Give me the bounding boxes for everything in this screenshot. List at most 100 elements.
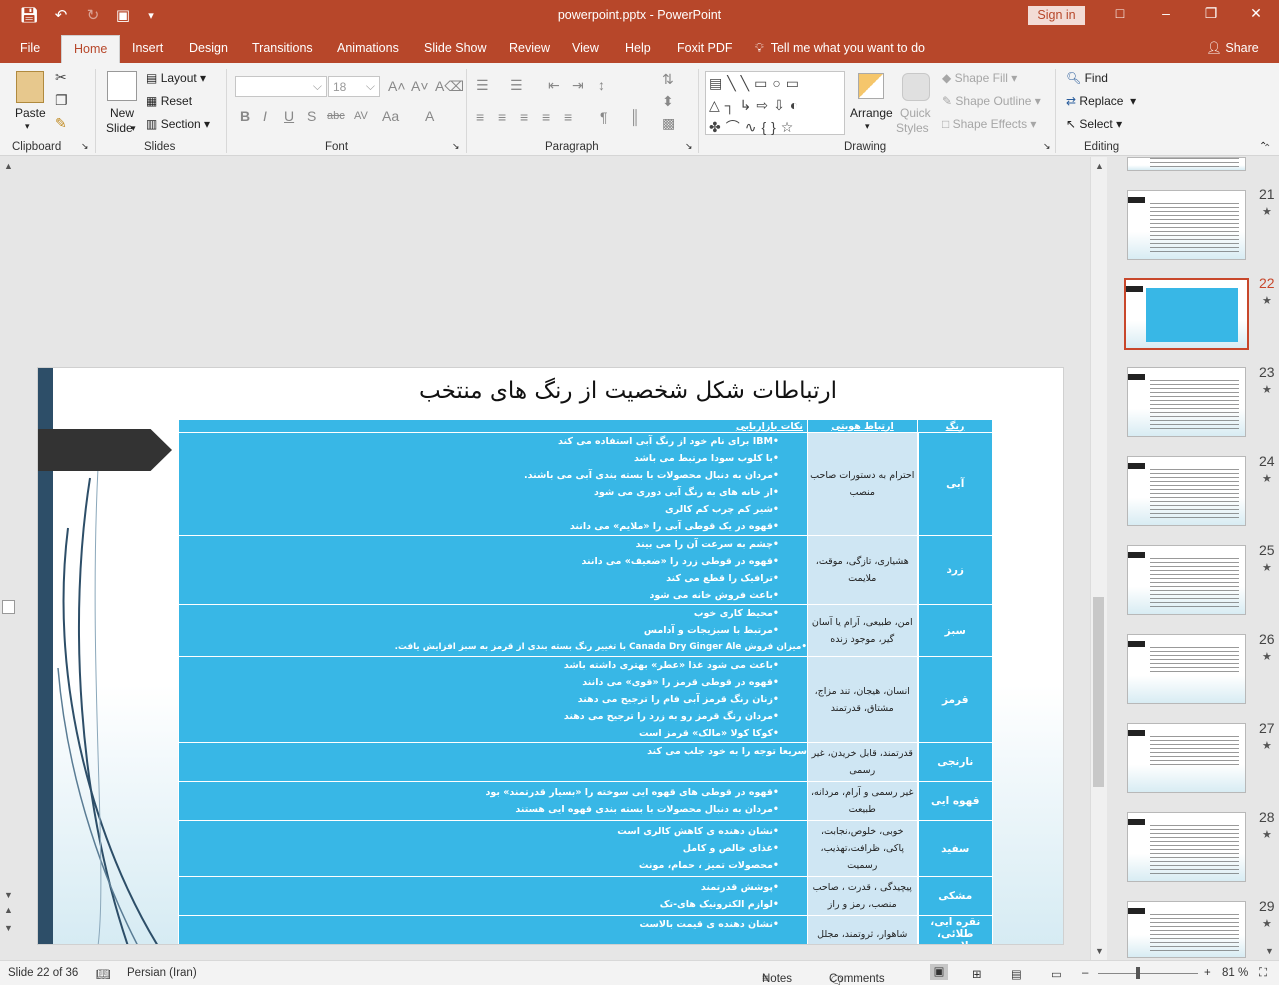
quick-styles-label[interactable]: Styles [896,121,929,135]
scroll-up-icon[interactable]: ▲ [4,161,13,171]
zoom-in-icon[interactable]: + [1204,967,1211,979]
slide-counter[interactable]: Slide 22 of 36 [8,967,78,979]
slide-thumbnail-23[interactable] [1127,367,1246,437]
character-spacing-icon[interactable]: AV [354,110,368,122]
decrease-font-size-icon[interactable]: A˅ [411,78,429,94]
slide-title[interactable]: ارتباطات شکل شخصیت از رنگ های منتخب [218,378,1038,404]
normal-view-icon[interactable]: ▣ [930,964,948,980]
drawing-launcher-icon[interactable]: ↘ [1043,141,1051,152]
zoom-slider-track[interactable] [1098,973,1198,974]
slide-thumbnail-20[interactable] [1127,157,1246,171]
table-row[interactable]: آبی احترام به دستورات صاحب منصب •IBM برا… [178,432,993,536]
italic-icon[interactable]: I [263,108,267,124]
shadow-icon[interactable]: S [307,108,316,124]
text-direction-icon[interactable]: ⇅ [662,71,674,88]
decrease-indent-icon[interactable]: ⇤ [548,77,560,94]
left-scroll-thumb[interactable] [2,600,15,614]
justify-icon[interactable]: ≡ [542,109,550,125]
numbering-icon[interactable]: ☰ [510,77,523,94]
ribbon-display-options-icon[interactable]: □ [1110,5,1130,21]
paste-dropdown-icon[interactable]: ▾ [25,121,30,132]
new-slide-dropdown-icon[interactable]: ▾ [131,123,136,134]
zoom-slider-thumb[interactable] [1136,967,1140,979]
slide-thumbnail-29[interactable] [1127,901,1246,958]
slide-22[interactable]: ارتباطات شکل شخصیت از رنگ های منتخب رنگ … [37,367,1064,945]
tab-file[interactable]: File [20,41,40,55]
replace-button[interactable]: ⇄ Replace ▾ [1066,94,1136,108]
restore-icon[interactable]: ❐ [1201,5,1221,22]
scroll-thumb[interactable] [1093,597,1104,787]
shapes-gallery[interactable]: ▤╲╲▭○▭ △┐↳⇨⇩◐ ✤⌒∿{}☆ [705,71,845,135]
tell-me-search[interactable]: 💡︎ Tell me what you want to do [755,41,925,56]
zoom-out-icon[interactable]: – [1082,967,1088,979]
section-button[interactable]: ▥ Section ▾ [146,117,210,131]
scroll-down-icon[interactable]: ▼ [1095,946,1104,956]
close-icon[interactable]: ✕ [1246,5,1266,22]
tab-view[interactable]: View [572,41,599,55]
font-size-combo[interactable]: 18 ⌵ [328,76,380,97]
previous-slide-icon[interactable]: ▲ [4,905,13,915]
arrange-dropdown-icon[interactable]: ▾ [865,121,870,132]
clear-formatting-icon[interactable]: A⌫ [435,78,464,95]
convert-to-smartart-icon[interactable]: ▩ [662,115,675,132]
increase-indent-icon[interactable]: ⇥ [572,77,584,94]
align-center-icon[interactable]: ≡ [498,109,506,125]
format-painter-icon[interactable]: ✎ [55,115,67,132]
fit-slide-icon[interactable]: ⛶ [1259,967,1267,980]
distributed-icon[interactable]: ≡ [564,109,572,125]
next-slide-icon[interactable]: ▼ [4,923,13,933]
paste-icon[interactable] [16,71,44,103]
tab-slide-show[interactable]: Slide Show [424,41,487,55]
sign-in-button[interactable]: Sign in [1028,6,1085,25]
tab-review[interactable]: Review [509,41,550,55]
zoom-level[interactable]: 81 % [1222,967,1248,979]
slide-show-icon[interactable]: ▭ [1051,967,1062,981]
quick-styles-icon[interactable] [902,73,930,101]
layout-button[interactable]: ▤ Layout ▾ [146,71,206,85]
increase-font-size-icon[interactable]: A˄ [388,78,406,94]
font-launcher-icon[interactable]: ↘ [452,141,460,152]
tab-design[interactable]: Design [189,41,228,55]
bullets-icon[interactable]: ☰ [476,77,489,94]
paste-button[interactable]: Paste [15,106,46,120]
tab-animations[interactable]: Animations [337,41,399,55]
shape-outline-button[interactable]: ✎ Shape Outline ▾ [942,94,1041,108]
slide-thumbnail-27[interactable] [1127,723,1246,793]
minimize-icon[interactable]: – [1156,5,1176,21]
quick-styles-button[interactable]: Quick [900,106,931,120]
cut-icon[interactable]: ✂ [55,69,67,86]
align-left-icon[interactable]: ≡ [476,109,484,125]
new-slide-label[interactable]: Slide [106,121,133,135]
clipboard-launcher-icon[interactable]: ↘ [81,141,89,152]
slide-sorter-icon[interactable]: ⊞ [972,967,982,981]
text-direction-rtl-icon[interactable]: ¶ [600,109,608,125]
arrange-button[interactable]: Arrange [850,106,893,120]
scroll-up-icon[interactable]: ▲ [1095,161,1104,171]
tab-foxit-pdf[interactable]: Foxit PDF [677,41,733,55]
thumbnails-scrollbar[interactable]: ▼ [1260,157,1279,960]
font-name-combo[interactable]: ⌵ [235,76,327,97]
new-slide-button[interactable]: New [110,106,134,120]
tab-home[interactable]: Home [61,35,121,63]
new-slide-icon[interactable] [107,71,137,101]
underline-icon[interactable]: U [284,108,294,124]
slide-thumbnail-28[interactable] [1127,812,1246,882]
table-row[interactable]: سفید خوبی، خلوص،نجابت، پاکی، ظرافت،تهذیب… [178,820,993,877]
align-text-icon[interactable]: ⬍ [662,93,674,110]
table-row[interactable]: نقره ایی، طلائی، پلاتینی شاهوار، ثروتمند… [178,915,993,944]
arrange-icon[interactable] [858,73,884,99]
table-row[interactable]: زرد هشیاری، تازگی، موقت، ملایمت •چشم به … [178,535,993,605]
shape-fill-button[interactable]: ◆ Shape Fill ▾ [942,71,1017,85]
line-spacing-icon[interactable]: ↕ [598,77,605,93]
share-button[interactable]: 👤︎ Share [1206,41,1259,56]
table-row[interactable]: مشکی پیچیدگی ، قدرت ، صاحب منصب، رمز و ر… [178,876,993,916]
table-row[interactable]: قهوه ایی غیر رسمی و آرام، مردانه، طبیعت … [178,781,993,821]
color-personality-table[interactable]: رنگ ارتباط هویتی نکات بازاریابی آبی احتر… [178,419,993,944]
language-indicator[interactable]: Persian (Iran) [127,967,197,979]
columns-icon[interactable]: ║ [630,109,640,125]
tab-transitions[interactable]: Transitions [252,41,313,55]
spelling-check-icon[interactable]: 📖︎ [96,967,111,981]
tab-insert[interactable]: Insert [132,41,163,55]
reset-button[interactable]: ▦ Reset [146,94,192,108]
font-color-icon[interactable]: A [425,108,434,124]
